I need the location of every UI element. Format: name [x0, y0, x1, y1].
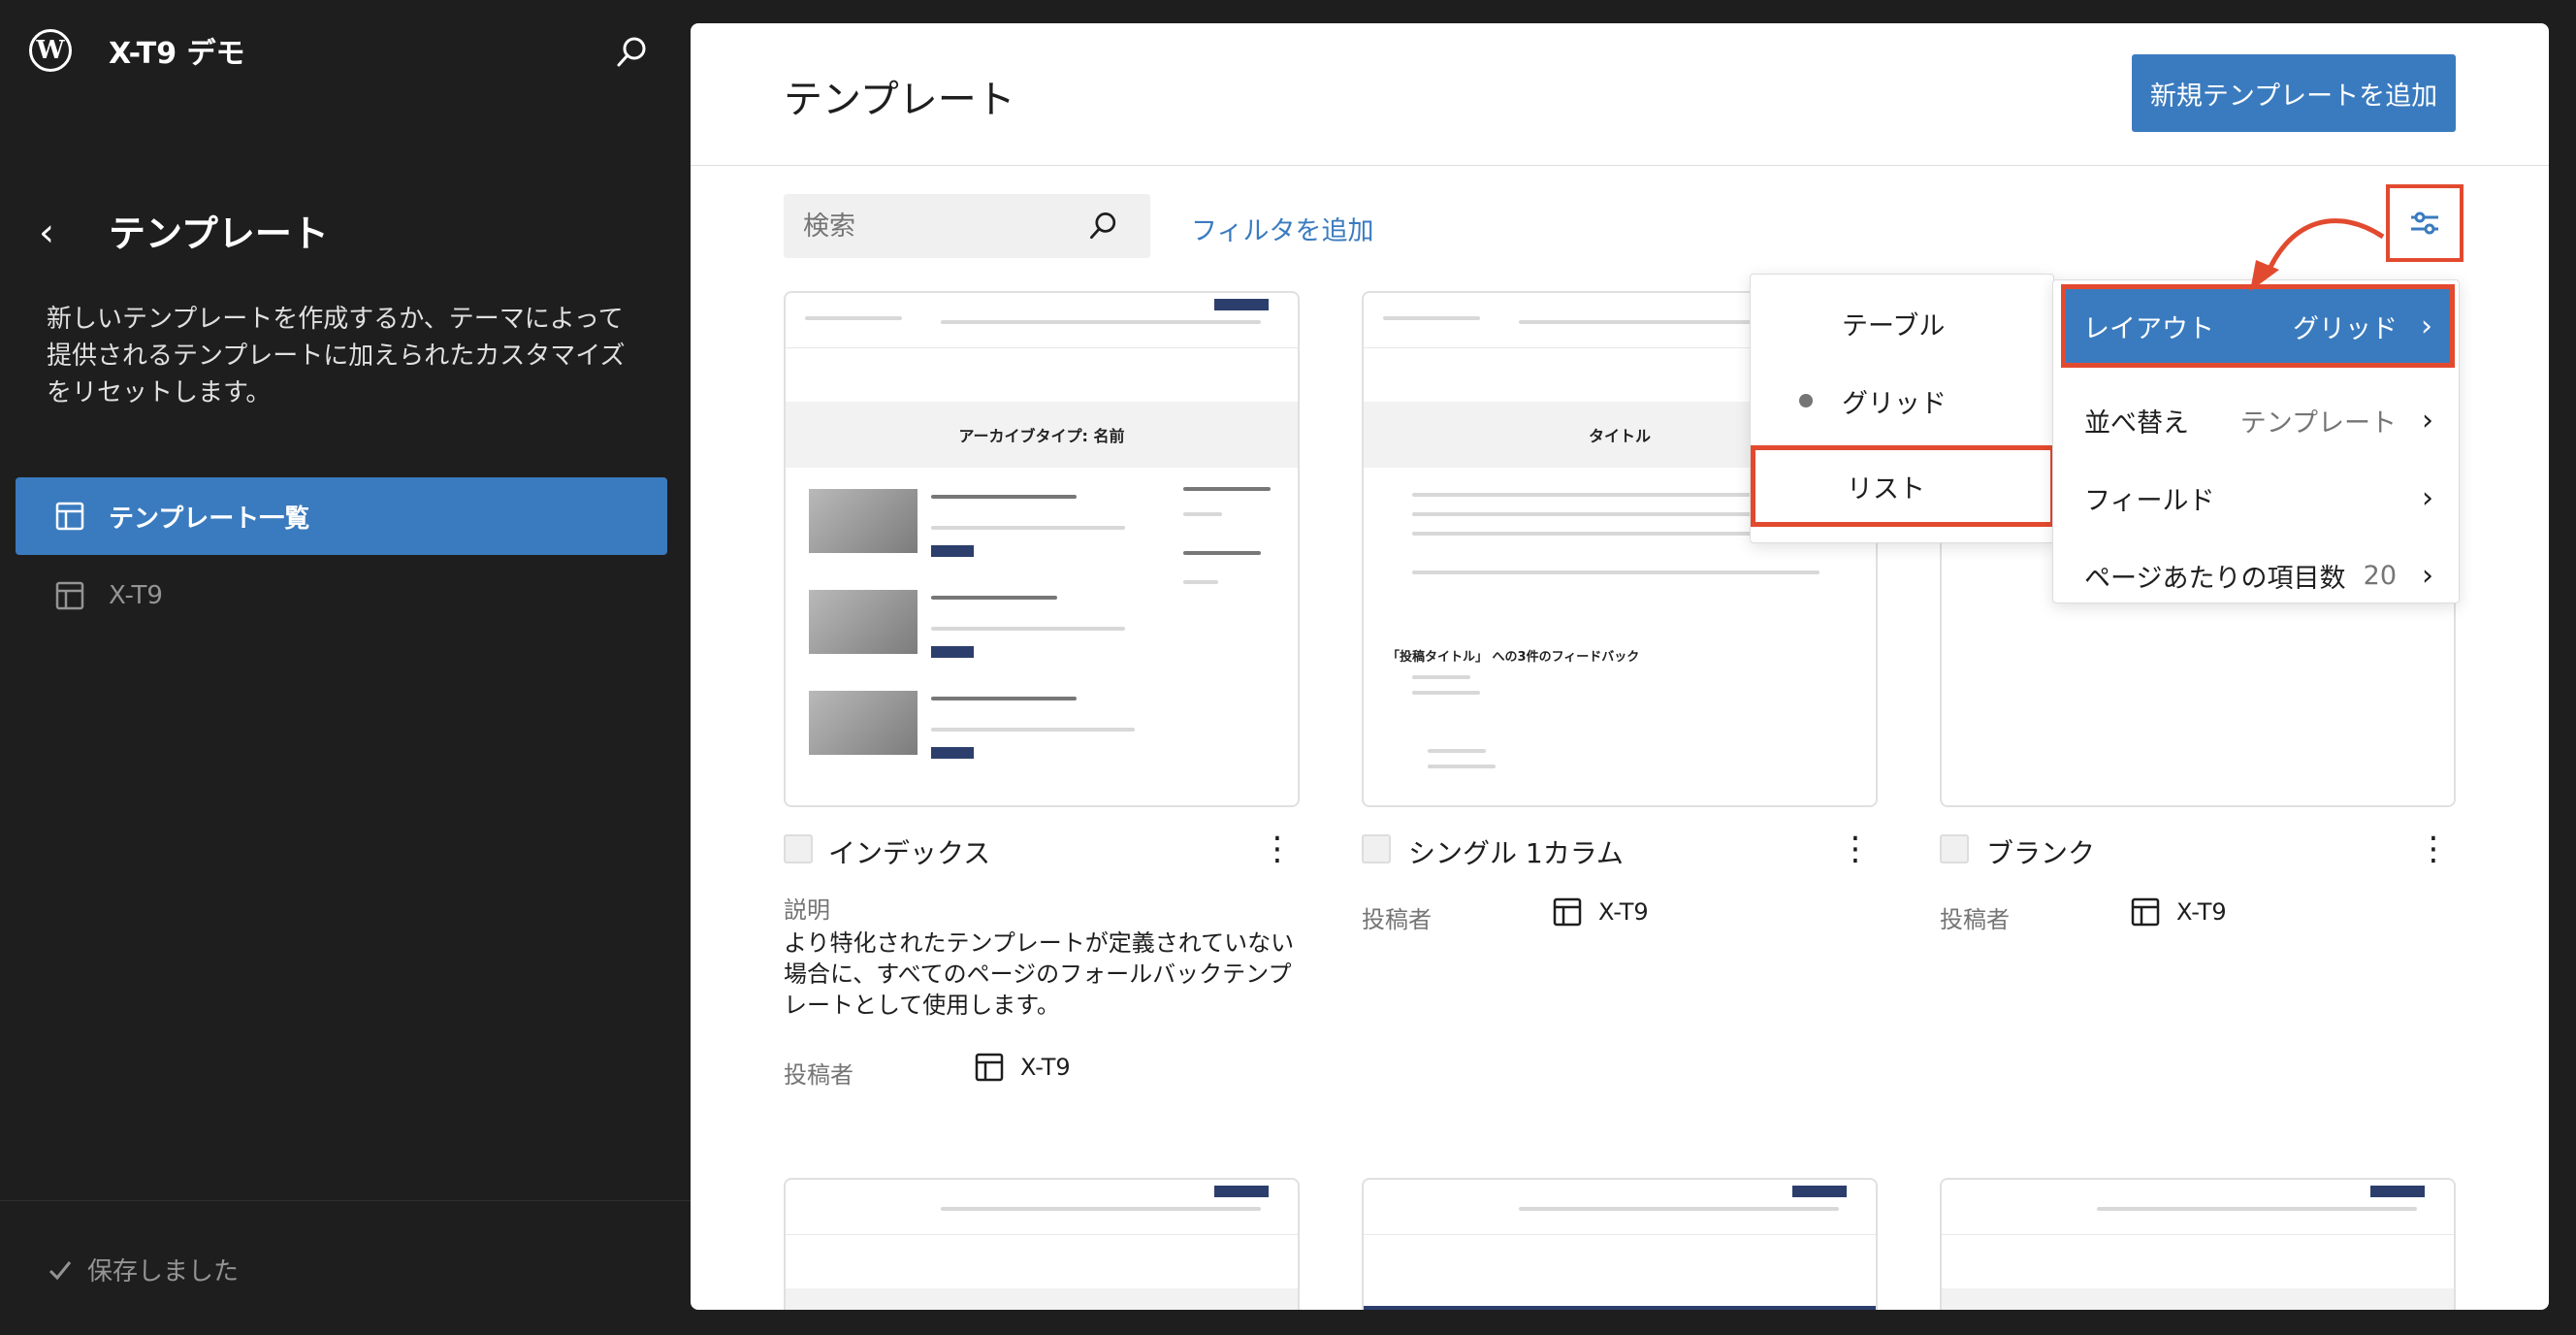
sidebar-divider — [0, 1200, 691, 1201]
save-status: 保存しました — [47, 1252, 239, 1287]
search-field[interactable] — [784, 194, 1150, 258]
author-label: 投稿者 — [784, 1061, 853, 1089]
chevron-right-icon: › — [2422, 403, 2433, 438]
sidebar-item-label: X-T9 — [109, 581, 163, 610]
menu-row-per-page[interactable]: ページあたりの項目数 20 › — [2053, 540, 2459, 610]
author-label: 投稿者 — [1362, 906, 1432, 933]
layout-option-table[interactable]: テーブル — [1751, 288, 2053, 358]
more-vertical-icon[interactable]: ⋮ — [2417, 832, 2450, 865]
card-description: より特化されたテンプレートが定義されていない場合に、すべてのページのフォールバッ… — [784, 929, 1295, 1019]
sliders-icon — [2411, 212, 2438, 235]
annotation-arrow — [2250, 218, 2385, 291]
search-input[interactable] — [801, 210, 1077, 243]
menu-row-fields[interactable]: フィールド › — [2053, 463, 2459, 533]
menu-row-sort[interactable]: 並べ替え テンプレート › — [2053, 385, 2459, 455]
chevron-right-icon: › — [2421, 309, 2432, 343]
layout-option-grid[interactable]: グリッド — [1751, 366, 2053, 436]
sidebar-item-label: テンプレート一覧 — [109, 504, 310, 534]
more-vertical-icon[interactable]: ⋮ — [1261, 832, 1294, 865]
select-checkbox[interactable] — [1940, 834, 1969, 863]
template-preview[interactable] — [1940, 1178, 2456, 1310]
main-panel: テンプレート 新規テンプレートを追加 フィルタを追加 アーカイブタイプ: 名前 — [691, 23, 2549, 1310]
template-preview[interactable] — [1362, 1178, 1878, 1310]
chevron-right-icon: › — [2422, 480, 2433, 515]
sidebar: W X-T9 デモ ‹ テンプレート 新しいテンプレートを作成するか、テーマによ… — [0, 0, 691, 1335]
add-filter-link[interactable]: フィルタを追加 — [1191, 210, 1373, 247]
template-preview[interactable] — [784, 1178, 1300, 1310]
search-icon[interactable] — [613, 33, 652, 72]
layout-submenu: テーブル グリッド リスト — [1750, 274, 2055, 543]
layout-icon — [55, 502, 84, 531]
author-value: X-T9 — [974, 1052, 1071, 1083]
card-title[interactable]: ブランク — [1986, 832, 2095, 871]
layout-icon — [975, 1053, 1004, 1082]
layout-option-list[interactable]: リスト — [1751, 445, 2055, 527]
select-checkbox[interactable] — [784, 834, 813, 863]
card-title[interactable]: インデックス — [828, 832, 990, 871]
check-icon — [48, 1260, 72, 1280]
view-options-menu: レイアウト グリッド › 並べ替え テンプレート › フィールド › ページあた… — [2052, 279, 2460, 603]
search-icon — [1090, 212, 1116, 240]
layout-icon — [1553, 897, 1582, 927]
site-title[interactable]: X-T9 デモ — [109, 29, 245, 72]
template-preview-index[interactable]: アーカイブタイプ: 名前 — [784, 291, 1300, 807]
save-status-text: 保存しました — [87, 1257, 240, 1286]
header-divider — [691, 165, 2549, 166]
sidebar-heading: テンプレート — [109, 212, 329, 255]
author-value: X-T9 — [1552, 896, 1649, 928]
preview-heading: アーカイブタイプ: 名前 — [786, 402, 1298, 468]
card-title[interactable]: シングル 1カラム — [1408, 832, 1624, 871]
layout-icon — [55, 581, 84, 610]
chevron-right-icon: › — [2422, 558, 2433, 593]
sidebar-item-all-templates[interactable]: テンプレート一覧 — [16, 477, 667, 555]
sidebar-description: 新しいテンプレートを作成するか、テーマによって提供されるテンプレートに加えられた… — [47, 305, 626, 407]
layout-icon — [2131, 897, 2160, 927]
author-value: X-T9 — [2130, 896, 2227, 928]
view-options-button[interactable] — [2386, 184, 2463, 262]
sidebar-item-x-t9[interactable]: X-T9 — [16, 557, 667, 635]
page-title: テンプレート — [784, 78, 1015, 122]
selected-dot-icon — [1799, 394, 1813, 407]
more-vertical-icon[interactable]: ⋮ — [1839, 832, 1872, 865]
description-label: 説明 — [784, 896, 830, 924]
preview-comments-heading: 「投稿タイトル」 への3件のフィードバック — [1387, 650, 1640, 665]
chevron-left-icon[interactable]: ‹ — [39, 213, 68, 252]
wordpress-logo[interactable]: W — [29, 29, 72, 72]
select-checkbox[interactable] — [1362, 834, 1391, 863]
add-template-button[interactable]: 新規テンプレートを追加 — [2132, 54, 2456, 132]
author-label: 投稿者 — [1940, 906, 2010, 933]
